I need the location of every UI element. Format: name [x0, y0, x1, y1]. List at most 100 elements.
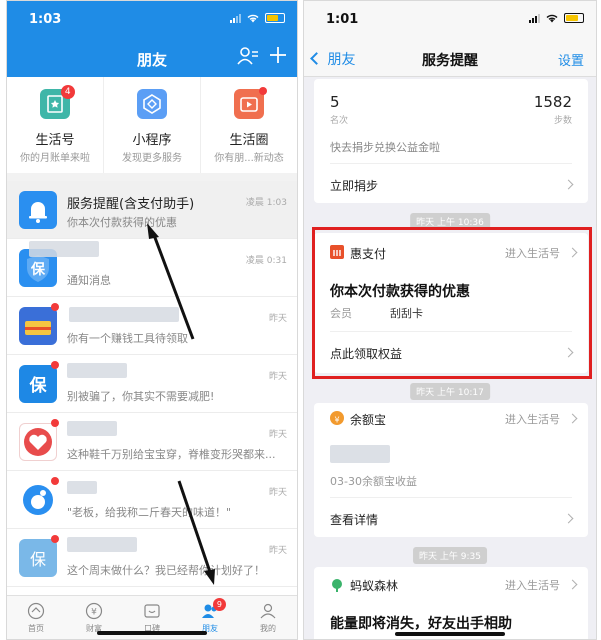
- signal-icon: [230, 13, 241, 23]
- battery-icon: [564, 13, 584, 23]
- badge-count: 4: [60, 85, 75, 99]
- heart-icon: [19, 423, 57, 461]
- list-item[interactable]: 你有一个赚钱工具待领取 昨天: [7, 297, 297, 355]
- card-title: 能量即将消失，好友出手相助: [330, 616, 512, 632]
- wifi-icon: [247, 14, 259, 23]
- list-item[interactable]: 保 别被骗了，你其实不需要减肥! 昨天: [7, 355, 297, 413]
- svg-text:¥: ¥: [334, 416, 339, 425]
- steps-value: 1582: [533, 93, 572, 111]
- donate-steps-row[interactable]: 立即捐步: [330, 163, 574, 203]
- divider: [7, 173, 297, 181]
- chevron-right-icon: [563, 513, 574, 524]
- unread-dot: [51, 303, 59, 311]
- quick-action-miniapp[interactable]: 小程序 发现更多服务: [104, 77, 201, 173]
- tab-label: 我的: [260, 624, 276, 633]
- message-preview: 这个周末做什么？我已经帮你计划好了！: [67, 564, 265, 577]
- insurance-icon: 保: [19, 365, 57, 403]
- friends-header: 1:03 朋友: [7, 1, 297, 77]
- screenshot-root: 1:03 朋友 4 生活号 你的月账单来啦 小程序 发现更多服务 生活圈 你有朋…: [0, 0, 601, 640]
- app-avatar: [19, 481, 57, 519]
- redacted-block: [67, 537, 137, 552]
- message-time: 昨天: [268, 314, 287, 324]
- list-item[interactable]: "老板，给我称二斤春天的味道！" 昨天: [7, 471, 297, 529]
- svg-text:保: 保: [29, 375, 48, 396]
- quick-action-moments[interactable]: 生活圈 你有朋...新动态: [201, 77, 297, 173]
- status-time: 1:03: [29, 12, 62, 27]
- list-item[interactable]: 这种鞋千万别给宝宝穿，脊椎变形哭都来... 昨天: [7, 413, 297, 471]
- message-preview: 通知消息: [67, 274, 111, 287]
- redacted-block: [67, 421, 117, 436]
- app-avatar: 保: [19, 539, 57, 577]
- goto-lifestyle-link[interactable]: 进入生活号: [505, 411, 560, 427]
- home-indicator: [97, 631, 207, 635]
- battery-icon: [265, 13, 285, 23]
- svg-text:保: 保: [30, 550, 46, 569]
- message-time: 昨天: [268, 488, 287, 498]
- message-preview: 别被骗了，你其实不需要减肥!: [67, 390, 215, 403]
- message-preview: "老板，给我称二斤春天的味道！": [67, 506, 232, 519]
- forest-icon: [330, 577, 344, 592]
- tab-label: 首页: [28, 624, 44, 633]
- message-service-reminder[interactable]: 服务提醒(含支付助手) 你本次付款获得的优惠 凌晨 1:03: [7, 181, 297, 239]
- source-name: 余额宝: [350, 413, 387, 427]
- steps-label: 步数: [553, 116, 572, 126]
- money-bag-icon: ¥: [330, 411, 344, 425]
- settings-button[interactable]: 设置: [558, 50, 584, 69]
- message-preview: 你有一个赚钱工具待领取: [67, 332, 188, 345]
- status-bar: 1:03: [7, 1, 297, 31]
- quick-action-sub: 你的月账单来啦: [20, 153, 90, 164]
- wealth-icon: ¥: [85, 602, 103, 620]
- list-item[interactable]: 保 通知消息 凌晨 0:31: [7, 239, 297, 297]
- quick-action-sub: 你有朋...新动态: [214, 153, 284, 164]
- svg-text:¥: ¥: [91, 608, 97, 618]
- tab-mine[interactable]: 我的: [239, 596, 297, 639]
- message-time: 昨天: [268, 430, 287, 440]
- add-friend-icon[interactable]: [237, 46, 259, 66]
- unread-dot: [51, 361, 59, 369]
- koubei-icon: [144, 604, 160, 618]
- list-item[interactable]: 保 这个周末做什么？我已经帮你计划好了！ 昨天: [7, 529, 297, 587]
- chevron-right-icon: [567, 413, 578, 424]
- goto-lifestyle-link[interactable]: 进入生活号: [505, 577, 560, 593]
- redacted-block: [67, 481, 97, 494]
- home-icon: [27, 602, 45, 620]
- chevron-right-icon: [567, 579, 578, 590]
- message-time: 凌晨 0:31: [245, 256, 287, 266]
- page-title: 服务提醒: [422, 53, 478, 69]
- message-list: 服务提醒(含支付助手) 你本次付款获得的优惠 凌晨 1:03 保 通知消息 凌晨…: [7, 181, 297, 587]
- action-label: 立即捐步: [330, 179, 379, 193]
- tab-bar: 首页 ¥ 财富 口碑 9 朋友 我的: [7, 595, 297, 639]
- redacted-block: [69, 307, 179, 322]
- tab-home[interactable]: 首页: [7, 596, 65, 639]
- unread-dot: [51, 535, 59, 543]
- message-time: 凌晨 1:03: [245, 198, 287, 208]
- yuebao-card[interactable]: ¥ 余额宝 进入生活号 03-30余额宝收益 查看详情: [314, 403, 588, 537]
- status-time: 1:01: [326, 12, 359, 27]
- status-bar: 1:01: [304, 1, 596, 31]
- service-reminder-screen: 1:01 朋友 服务提醒 设置 5 名次 1582 步数 快去捐步兑换公益金啦: [303, 0, 597, 640]
- source-name: 蚂蚁森林: [350, 579, 399, 593]
- signal-icon: [529, 13, 540, 23]
- redacted-block: [330, 445, 390, 463]
- quick-action-label: 小程序: [132, 133, 172, 148]
- chevron-right-icon: [563, 179, 574, 190]
- unread-dot: [51, 477, 59, 485]
- card-text: 03-30余额宝收益: [330, 475, 417, 488]
- tab-badge-count: 9: [212, 598, 226, 611]
- card-text: 快去捐步兑换公益金啦: [330, 141, 440, 154]
- message-time: 昨天: [268, 372, 287, 382]
- message-time: 昨天: [268, 546, 287, 556]
- view-details-row[interactable]: 查看详情: [330, 497, 574, 537]
- wifi-icon: [546, 14, 558, 23]
- quick-action-lifestyle[interactable]: 4 生活号 你的月账单来啦: [7, 77, 104, 173]
- message-name: 服务提醒(含支付助手): [67, 197, 195, 212]
- forest-card[interactable]: 蚂蚁森林 进入生活号 能量即将消失，好友出手相助: [314, 567, 588, 639]
- plus-icon[interactable]: [269, 46, 287, 64]
- svg-text:保: 保: [30, 261, 46, 278]
- quick-action-sub: 发现更多服务: [122, 153, 182, 164]
- app-avatar: [19, 307, 57, 345]
- miniapp-icon: [137, 89, 167, 119]
- friends-screen: 1:03 朋友 4 生活号 你的月账单来啦 小程序 发现更多服务 生活圈 你有朋…: [6, 0, 298, 640]
- action-label: 查看详情: [330, 513, 379, 527]
- rank-label: 名次: [330, 116, 349, 126]
